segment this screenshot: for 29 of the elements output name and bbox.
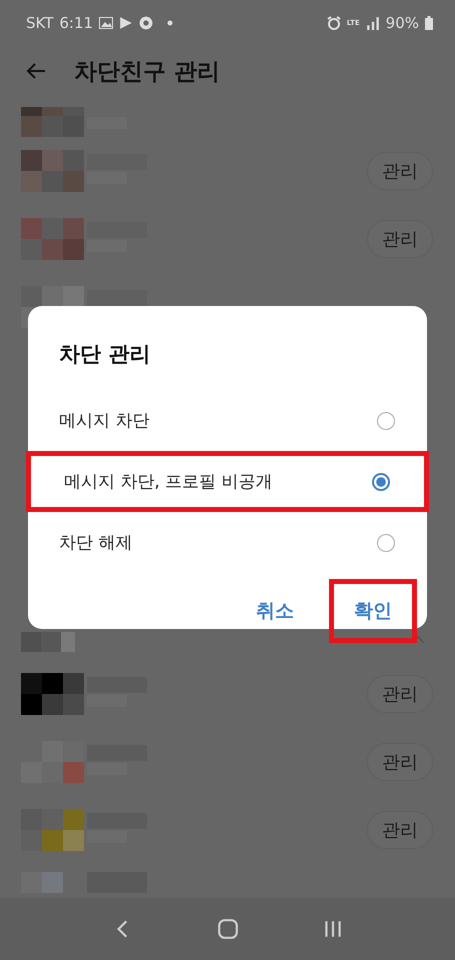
- play-icon: [119, 16, 134, 30]
- notification-dot-icon: [167, 20, 174, 26]
- manage-button[interactable]: 관리: [367, 220, 433, 258]
- confirm-button[interactable]: 확인: [329, 579, 417, 643]
- option-item[interactable]: 메시지 차단: [28, 390, 427, 451]
- signal-icon: [366, 16, 380, 30]
- battery-icon: [425, 16, 433, 30]
- home-icon[interactable]: [216, 918, 238, 940]
- option-item[interactable]: 메시지 차단, 프로필 비공개: [26, 451, 429, 512]
- radio-button[interactable]: [377, 534, 395, 552]
- time-text: 6:11: [59, 14, 94, 32]
- option-item[interactable]: 차단 해제: [28, 512, 427, 573]
- option-label: 메시지 차단, 프로필 비공개: [64, 471, 273, 493]
- manage-button[interactable]: 관리: [367, 152, 433, 190]
- manage-button[interactable]: 관리: [367, 743, 433, 781]
- cancel-button[interactable]: 취소: [231, 579, 319, 643]
- radio-button[interactable]: [372, 472, 390, 490]
- manage-button[interactable]: 관리: [367, 675, 433, 713]
- browser-icon: [139, 16, 154, 30]
- option-label: 메시지 차단: [59, 410, 150, 432]
- screen-title: 차단친구 관리: [74, 58, 220, 86]
- manage-button[interactable]: 관리: [367, 811, 433, 849]
- battery-text: 90%: [386, 14, 419, 32]
- option-label: 차단 해제: [59, 532, 132, 554]
- gallery-icon: [99, 16, 114, 30]
- alarm-icon: [326, 16, 341, 30]
- carrier-text: SKT: [26, 14, 54, 32]
- dialog-title: 차단 관리: [59, 341, 152, 368]
- radio-button[interactable]: [377, 412, 395, 430]
